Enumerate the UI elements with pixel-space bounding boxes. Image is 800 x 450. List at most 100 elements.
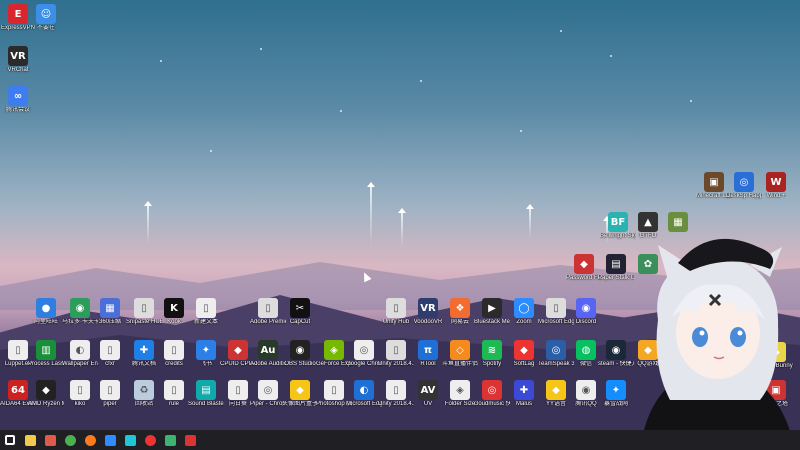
- app-icon: ▯: [164, 380, 184, 400]
- desktop-icon-uv[interactable]: AV UV: [410, 380, 446, 408]
- desktop-icon-spotify[interactable]: ≋ Spotify: [474, 340, 510, 368]
- desktop-icon-item-r26[interactable]: ✦ 飞书: [188, 340, 224, 368]
- app-icon: ◆: [228, 340, 248, 360]
- desktop-icon-vrchat[interactable]: VR VRChat: [0, 46, 36, 74]
- taskbar-start-button[interactable]: [0, 430, 20, 450]
- desktop-icon-obs-studio[interactable]: ◉ OBS Studio: [282, 340, 318, 368]
- desktop-icon-bluestack-media[interactable]: ▶Bluestack Media: [474, 298, 510, 326]
- desktop-icon-rtool[interactable]: π RTool: [410, 340, 446, 368]
- app-icon: ◉: [576, 380, 596, 400]
- desktop-icon-adobe-premiere[interactable]: ▯Adobe Premiere: [250, 298, 286, 326]
- app-icon: ◆: [36, 380, 56, 400]
- app-icon: ☺: [36, 4, 56, 24]
- app-icon: ▯: [70, 380, 90, 400]
- wallpaper-lantern-trail: [144, 201, 152, 245]
- desktop-icon-cfxr[interactable]: ▯ cfxr: [92, 340, 128, 368]
- netease-icon: [144, 434, 156, 446]
- desktop-icon-malus[interactable]: ✚ Malus: [506, 380, 542, 408]
- desktop-icon-item-r110[interactable]: ❖ 网易云: [442, 298, 478, 326]
- desktop-icon-label: UV: [423, 401, 433, 407]
- desktop-icon-label: Sound Blaster: [188, 401, 224, 407]
- app-icon: ♻: [134, 380, 154, 400]
- taskbar-chrome-button[interactable]: [60, 430, 80, 450]
- desktop-icon-folder-size[interactable]: ◈ Folder Size: [442, 380, 478, 408]
- desktop-icon-discord[interactable]: ◉ Discord: [568, 298, 604, 326]
- taskbar-app-green-button[interactable]: [160, 430, 180, 450]
- desktop-icon-rule[interactable]: ▯ rule: [156, 380, 192, 408]
- app-cyan-icon: [124, 434, 136, 446]
- taskbar-file-explorer-button[interactable]: [20, 430, 40, 450]
- desktop-icon-label: AMD Ryzen Master: [28, 401, 64, 407]
- desktop-icon-item-r39[interactable]: ◆ 头像图片盒子: [282, 380, 318, 408]
- taskbar-firefox-button[interactable]: [80, 430, 100, 450]
- app-icon: ◎: [482, 380, 502, 400]
- desktop-icon-label: Unity 2018.4.20: [378, 401, 414, 407]
- desktop-icon-unity-hub[interactable]: ▯ Unity Hub: [378, 298, 414, 326]
- desktop-icon-credits[interactable]: ▯ credits: [156, 340, 192, 368]
- desktop-icon-label: 新建文本: [193, 319, 218, 325]
- desktop-icon-label: Adobe Premiere: [250, 319, 286, 325]
- desktop-icon-piper-chrome[interactable]: ◎Piper - Chrome: [250, 380, 286, 408]
- desktop-icon-item-r214[interactable]: ◇ 斗鱼直播伴侣: [442, 340, 478, 368]
- app-icon: ▯: [386, 298, 406, 318]
- desktop-icon-label: 暴雪战网: [603, 401, 628, 407]
- desktop-icon-item-r10[interactable]: ● 阿里旺旺: [28, 298, 64, 326]
- taskbar-netease-button[interactable]: [140, 430, 160, 450]
- desktop-icon-label: DeskSp Happening: [726, 193, 762, 199]
- wallpaper-star: [260, 48, 262, 50]
- chrome-icon: [64, 434, 76, 446]
- desktop-icon-cloudmusic[interactable]: ◎cloudmusic 快捷方式: [474, 380, 510, 408]
- desktop-icon-adobe-audition[interactable]: AuAdobe Audition: [250, 340, 286, 368]
- desktop-icon-label: 不要在: [36, 25, 55, 31]
- desktop-icon-label: 飞书: [199, 361, 212, 367]
- app-icon: ❖: [450, 298, 470, 318]
- desktop-icon-zoom[interactable]: ◯ Zoom: [506, 298, 542, 326]
- app-icon: ▯: [386, 340, 406, 360]
- desktop-icon-microsoft-edge[interactable]: ◐Microsoft Edge: [346, 380, 382, 408]
- taskbar-app-red2-button[interactable]: [180, 430, 200, 450]
- desktop-icon-label: 腾讯会议: [5, 107, 30, 113]
- desktop-icon-amd-ryzen-master[interactable]: ◆AMD Ryzen Master: [28, 380, 64, 408]
- file-explorer-icon: [24, 434, 36, 446]
- desktop-icon-password-fuzzy[interactable]: ◆Password Fuzzy: [566, 254, 602, 282]
- desktop-icon-softlag[interactable]: ◆ SoftLag: [506, 340, 542, 368]
- desktop-icon-desksp-happening[interactable]: ◎DeskSp Happening: [726, 172, 762, 200]
- app-icon: ◍: [576, 340, 596, 360]
- desktop-icon-item-tl1[interactable]: ☺ 不要在: [28, 4, 64, 32]
- taskbar-app-red-button[interactable]: [40, 430, 60, 450]
- desktop-icon-capcut[interactable]: ✂ CapCut: [282, 298, 318, 326]
- desktop-icon-process-lasso[interactable]: ▥ Process Lasso: [28, 340, 64, 368]
- wallpaper-lantern-trail: [526, 204, 534, 238]
- app-icon: ▯: [100, 380, 120, 400]
- desktop-icon-voodoovr[interactable]: VR VoodooVR: [410, 298, 446, 326]
- desktop-icon-wind[interactable]: W Wind +: [758, 172, 794, 200]
- desktop-icon-label: Malus: [515, 401, 532, 407]
- desktop-icon-kook[interactable]: K Kook: [156, 298, 192, 326]
- desktop-icon-360[interactable]: ▦ 360压缩: [92, 298, 128, 326]
- desktop-icon-unity-2018-4-20[interactable]: ▯Unity 2018.4.20: [378, 380, 414, 408]
- desktop-icon-label: credits: [165, 361, 183, 367]
- desktop-icon-label: piper: [103, 401, 117, 407]
- taskbar-app-cyan-button[interactable]: [120, 430, 140, 450]
- app-green-icon: [164, 434, 176, 446]
- desktop-icon-label: Paper Stalk Unlighted: [598, 275, 634, 281]
- desktop-icon-label: VRChat: [7, 67, 29, 73]
- desktop-icon-google-chrome[interactable]: ◎Google Chrome: [346, 340, 382, 368]
- desktop-icon-label: Zoom: [516, 319, 532, 325]
- desktop-icon-label: Unity 2018.4.26: [378, 361, 414, 367]
- desktop-icon-piper[interactable]: ▯ piper: [92, 380, 128, 408]
- app-icon: ▤: [606, 254, 626, 274]
- desktop-icon-item-tl3[interactable]: ∞ 腾讯会议: [0, 86, 36, 114]
- app-icon: ▯: [164, 340, 184, 360]
- desktop-icon-item-r15[interactable]: ▯ 新建文本: [188, 298, 224, 326]
- desktop-icon-paper-stalk-unlighted[interactable]: ▤Paper Stalk Unlighted: [598, 254, 634, 282]
- desktop-icon-label: 阿里旺旺: [33, 319, 58, 325]
- desktop-icon-label: Process Lasso: [28, 361, 64, 367]
- desktop-icon-item-r319[interactable]: ✦ 暴雪战网: [598, 380, 634, 408]
- app-icon: BF: [608, 212, 628, 232]
- desktop-icon-steam[interactable]: ◉steam - 快捷方式: [598, 340, 634, 368]
- desktop-icon-unity-2018-4-26[interactable]: ▯Unity 2018.4.26: [378, 340, 414, 368]
- taskbar-app-blue-button[interactable]: [100, 430, 120, 450]
- desktop-icon-label: Password Fuzzy: [566, 275, 602, 281]
- desktop-icon-sound-blaster[interactable]: ▤ Sound Blaster: [188, 380, 224, 408]
